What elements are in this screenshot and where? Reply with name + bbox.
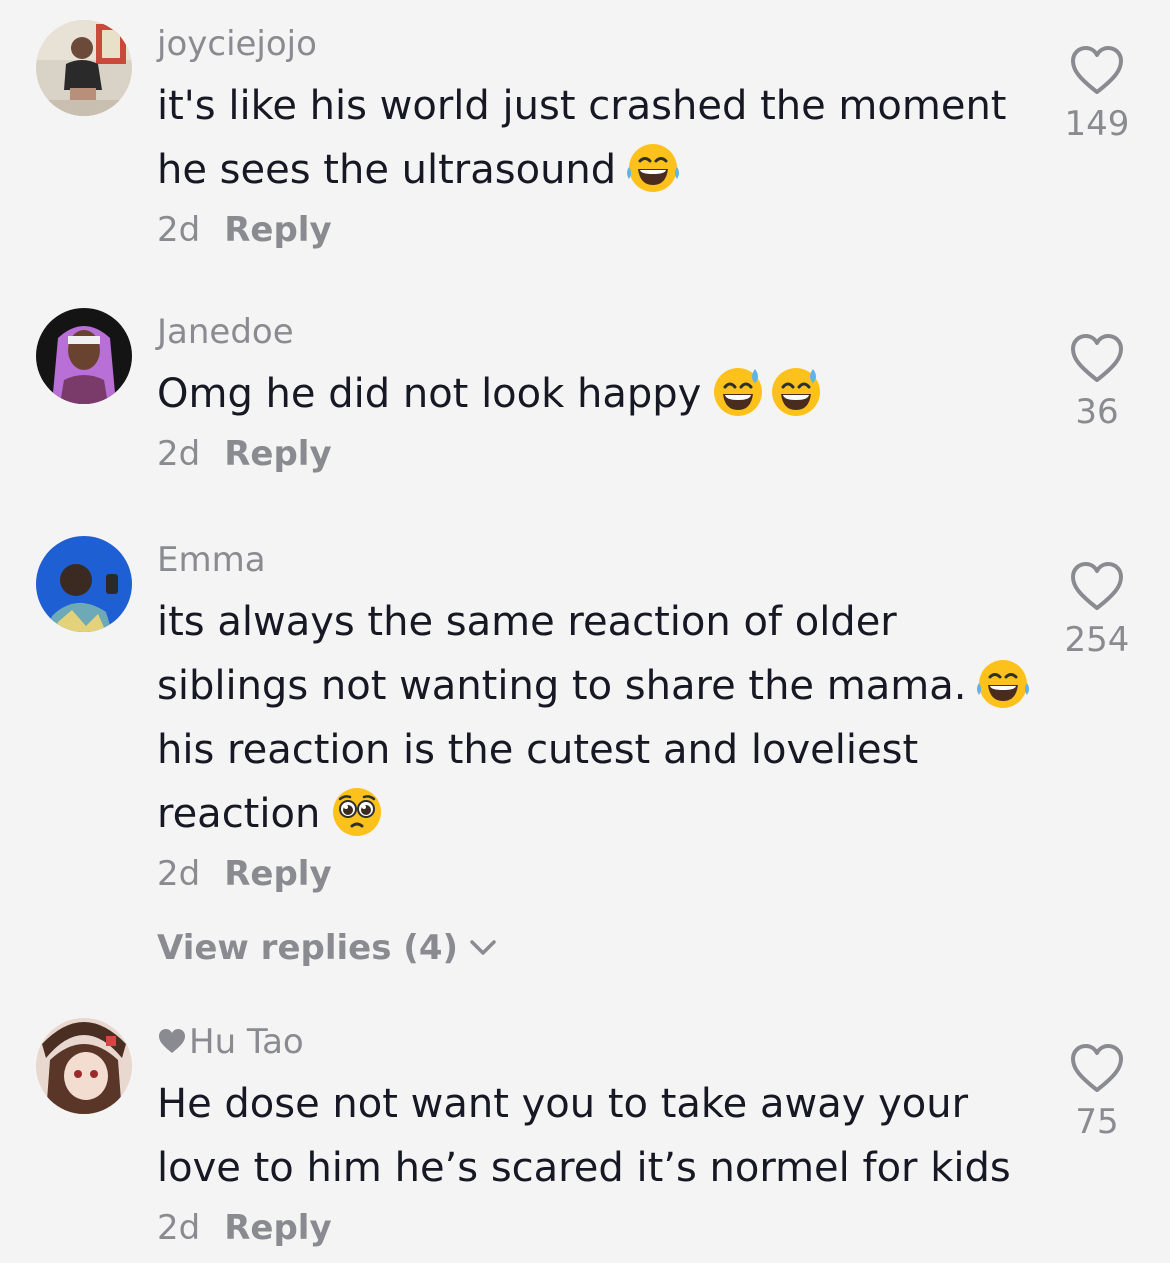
avatar[interactable] <box>36 308 132 404</box>
comment-body: Emma its always the same reaction of old… <box>157 540 1037 968</box>
pleading-face-emoji <box>330 785 384 839</box>
heart-outline-icon <box>1069 560 1125 612</box>
grinning-face-with-sweat-emoji <box>711 365 765 419</box>
comment-body: joyciejojo it's like his world just cras… <box>157 24 1037 250</box>
grinning-face-with-sweat-emoji <box>769 365 823 419</box>
timestamp: 2d <box>157 1208 201 1248</box>
reply-button[interactable]: Reply <box>224 1208 331 1248</box>
comment-body: Janedoe Omg he did not look happy 2d Repl… <box>157 312 1037 474</box>
comment-line: he sees the ultrasound <box>157 147 617 193</box>
like-button[interactable]: 254 <box>1062 560 1132 660</box>
comment-line: its always the same reaction of older <box>157 599 897 645</box>
avatar[interactable] <box>36 20 132 116</box>
username[interactable]: Hu Tao <box>157 1022 1037 1062</box>
username[interactable]: joyciejojo <box>157 24 1037 64</box>
comment-meta: 2d Reply <box>157 854 1037 894</box>
like-button[interactable]: 75 <box>1062 1042 1132 1142</box>
heart-outline-icon <box>1069 44 1125 96</box>
like-button[interactable]: 36 <box>1062 332 1132 432</box>
username[interactable]: Emma <box>157 540 1037 580</box>
reply-button[interactable]: Reply <box>224 210 331 250</box>
comment-meta: 2d Reply <box>157 434 1037 474</box>
face-with-tears-of-joy-emoji <box>626 141 680 195</box>
comment-list: joyciejojo it's like his world just cras… <box>0 0 1170 1263</box>
comment-line: it's like his world just crashed the mom… <box>157 83 1007 129</box>
timestamp: 2d <box>157 854 201 894</box>
comment-meta: 2d Reply <box>157 1208 1037 1248</box>
comment-line: reaction <box>157 791 321 837</box>
like-count: 75 <box>1075 1102 1119 1142</box>
comment-text: its always the same reaction of older si… <box>157 590 1037 846</box>
like-count: 149 <box>1064 104 1130 144</box>
like-button[interactable]: 149 <box>1062 44 1132 144</box>
like-count: 36 <box>1075 392 1119 432</box>
heart-outline-icon <box>1069 332 1125 384</box>
comment-line: siblings not wanting to share the mama. <box>157 663 967 709</box>
chevron-down-icon <box>470 940 496 955</box>
comment-body: Hu Tao He dose not want you to take away… <box>157 1022 1037 1248</box>
avatar[interactable] <box>36 536 132 632</box>
comment-line: his reaction is the cutest and loveliest <box>157 727 919 773</box>
username-label: Hu Tao <box>189 1022 304 1062</box>
timestamp: 2d <box>157 210 201 250</box>
comment-line: Omg he did not look happy <box>157 371 702 417</box>
comment-line: He dose not want you to take away your <box>157 1081 969 1127</box>
timestamp: 2d <box>157 434 201 474</box>
heart-icon <box>159 1029 185 1053</box>
username[interactable]: Janedoe <box>157 312 1037 352</box>
comment-text: it's like his world just crashed the mom… <box>157 74 1037 202</box>
comment-meta: 2d Reply <box>157 210 1037 250</box>
avatar[interactable] <box>36 1018 132 1114</box>
face-with-tears-of-joy-emoji <box>976 657 1030 711</box>
like-count: 254 <box>1064 620 1130 660</box>
view-replies-button[interactable]: View replies (4) <box>157 928 498 968</box>
heart-outline-icon <box>1069 1042 1125 1094</box>
comment-line: love to him he’s scared it’s normel for … <box>157 1145 1011 1191</box>
reply-button[interactable]: Reply <box>224 854 331 894</box>
comment-text: He dose not want you to take away your l… <box>157 1072 1037 1200</box>
view-replies-label: View replies (4) <box>157 928 459 968</box>
comment-text: Omg he did not look happy <box>157 362 1037 426</box>
reply-button[interactable]: Reply <box>224 434 331 474</box>
